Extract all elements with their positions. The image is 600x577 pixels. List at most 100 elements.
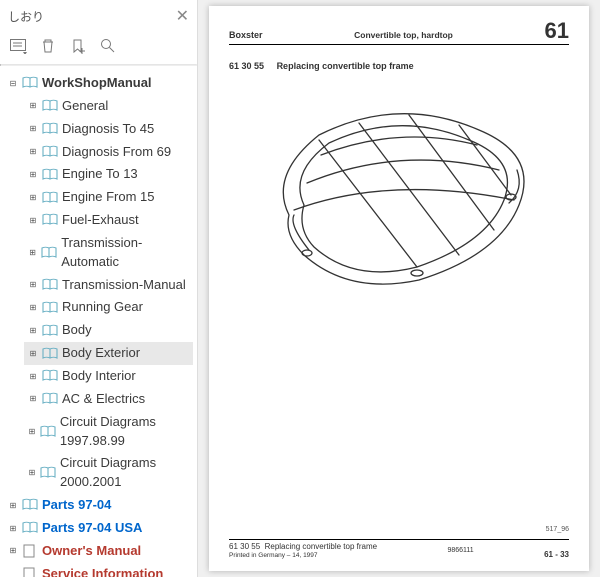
book-icon bbox=[42, 369, 58, 383]
book-icon bbox=[22, 498, 38, 512]
tree-item-fuel[interactable]: ⊞ Fuel-Exhaust bbox=[24, 209, 193, 232]
figure-number: 517_96 bbox=[229, 526, 569, 533]
bookmarks-sidebar: しおり ✕ ⊟ WorkShopManual ⊞ General ⊞ Diagnos… bbox=[0, 0, 198, 577]
book-icon bbox=[42, 145, 58, 159]
tree-item-acelec[interactable]: ⊞ AC & Electrics bbox=[24, 388, 193, 411]
expand-icon[interactable]: ⊞ bbox=[28, 349, 38, 359]
node-label: General bbox=[62, 97, 108, 116]
tree-item-engine15[interactable]: ⊞ Engine From 15 bbox=[24, 186, 193, 209]
sidebar-title: しおり bbox=[8, 8, 44, 25]
expand-icon[interactable]: ⊞ bbox=[28, 170, 38, 180]
expand-icon[interactable]: ⊞ bbox=[28, 280, 38, 290]
tree-item-parts9704[interactable]: ⊞ Parts 97-04 bbox=[4, 494, 193, 517]
expand-icon[interactable]: ⊞ bbox=[28, 468, 36, 478]
expand-icon[interactable]: ⊞ bbox=[28, 303, 38, 313]
expand-icon[interactable]: ⊞ bbox=[8, 546, 18, 556]
tree-item-bodyext[interactable]: ⊞Body Exterior bbox=[24, 342, 193, 365]
book-icon bbox=[22, 521, 38, 535]
add-bookmark-icon[interactable] bbox=[68, 36, 88, 56]
tree-item-cd2000[interactable]: ⊞ Circuit Diagrams 2000.2001 bbox=[24, 452, 193, 494]
header-chapter: 61 bbox=[545, 20, 569, 42]
options-icon[interactable] bbox=[8, 36, 28, 56]
tree-item-transman[interactable]: ⊞ Transmission-Manual bbox=[24, 274, 193, 297]
tree-item-running[interactable]: ⊞ Running Gear bbox=[24, 296, 193, 319]
expand-icon[interactable]: ⊞ bbox=[28, 394, 38, 404]
search-icon[interactable] bbox=[98, 36, 118, 56]
book-icon bbox=[42, 168, 58, 182]
node-label: Parts 97-04 USA bbox=[42, 519, 142, 538]
footer-print: Printed in Germany – 14, 1997 bbox=[229, 552, 377, 559]
figure-diagram bbox=[229, 71, 569, 526]
book-icon bbox=[42, 301, 58, 315]
title-code: 61 30 55 bbox=[229, 61, 264, 71]
node-label: Diagnosis From 69 bbox=[62, 143, 171, 162]
tree-item-service[interactable]: Service Information bbox=[4, 563, 193, 577]
leaf-icon bbox=[8, 569, 18, 577]
tree-children: ⊞ General ⊞ Diagnosis To 45 ⊞ Diagnosis Fro… bbox=[4, 95, 193, 494]
node-label: Circuit Diagrams 1997.98.99 bbox=[60, 413, 189, 451]
tree-item-body[interactable]: ⊞ Body bbox=[24, 319, 193, 342]
page-icon bbox=[22, 567, 38, 577]
node-label: Engine To 13 bbox=[62, 165, 138, 184]
node-label: AC & Electrics bbox=[62, 390, 145, 409]
header-model: Boxster bbox=[229, 30, 263, 40]
sidebar-toolbar bbox=[0, 32, 197, 64]
sidebar-header: しおり ✕ bbox=[0, 0, 197, 32]
node-label: Owner's Manual bbox=[42, 542, 141, 561]
node-label: Parts 97-04 bbox=[42, 496, 111, 515]
expand-icon[interactable]: ⊞ bbox=[28, 427, 36, 437]
footer-page: 61 - 33 bbox=[544, 550, 569, 559]
header-section: Convertible top, hardtop bbox=[354, 30, 453, 40]
book-icon bbox=[42, 99, 58, 113]
tree-item-diag69[interactable]: ⊞ Diagnosis From 69 bbox=[24, 141, 193, 164]
expand-icon[interactable]: ⊞ bbox=[28, 147, 38, 157]
tree-item-general[interactable]: ⊞ General bbox=[24, 95, 193, 118]
node-label: Body bbox=[62, 321, 92, 340]
expand-icon[interactable]: ⊞ bbox=[8, 500, 18, 510]
book-icon bbox=[41, 246, 57, 260]
delete-icon[interactable] bbox=[38, 36, 58, 56]
tree-root-workshopmanual[interactable]: ⊟ WorkShopManual bbox=[4, 72, 193, 95]
tree-item-parts9704usa[interactable]: ⊞ Parts 97-04 USA bbox=[4, 517, 193, 540]
node-label: Body Interior bbox=[62, 367, 136, 386]
footer-docid: 9866111 bbox=[447, 547, 473, 554]
collapse-icon[interactable]: ⊟ bbox=[8, 78, 18, 88]
book-icon bbox=[42, 324, 58, 338]
page-footer: 61 30 55 Replacing convertible top frame… bbox=[229, 539, 569, 559]
tree-item-cd97[interactable]: ⊞ Circuit Diagrams 1997.98.99 bbox=[24, 411, 193, 453]
node-label: Transmission-Manual bbox=[62, 276, 186, 295]
book-icon bbox=[40, 466, 56, 480]
page-icon bbox=[22, 544, 38, 558]
expand-icon[interactable]: ⊞ bbox=[28, 215, 38, 225]
node-label: WorkShopManual bbox=[42, 74, 152, 93]
book-icon bbox=[42, 122, 58, 136]
expand-icon[interactable]: ⊞ bbox=[28, 124, 38, 134]
expand-icon[interactable]: ⊞ bbox=[28, 193, 38, 203]
book-icon bbox=[42, 278, 58, 292]
expand-icon[interactable]: ⊞ bbox=[28, 371, 38, 381]
document-viewport[interactable]: Boxster Convertible top, hardtop 61 61 3… bbox=[198, 0, 600, 577]
node-label: Service Information bbox=[42, 565, 163, 577]
book-icon bbox=[42, 347, 58, 361]
expand-icon[interactable]: ⊞ bbox=[28, 101, 38, 111]
book-icon bbox=[42, 213, 58, 227]
node-label: Engine From 15 bbox=[62, 188, 155, 207]
tree-item-bodyint[interactable]: ⊞ Body Interior bbox=[24, 365, 193, 388]
expand-icon[interactable]: ⊞ bbox=[8, 523, 18, 533]
tree-item-engine13[interactable]: ⊞ Engine To 13 bbox=[24, 163, 193, 186]
tree-item-owners[interactable]: ⊞ Owner's Manual bbox=[4, 540, 193, 563]
expand-icon[interactable]: ⊞ bbox=[28, 248, 37, 258]
expand-icon[interactable]: ⊞ bbox=[28, 326, 38, 336]
book-icon bbox=[40, 425, 56, 439]
close-icon[interactable]: ✕ bbox=[176, 6, 189, 26]
node-label: Running Gear bbox=[62, 298, 143, 317]
node-label: Circuit Diagrams 2000.2001 bbox=[60, 454, 189, 492]
document-page: Boxster Convertible top, hardtop 61 61 3… bbox=[209, 6, 589, 571]
node-label: Fuel-Exhaust bbox=[62, 211, 139, 230]
footer-text: Replacing convertible top frame bbox=[265, 542, 378, 551]
tree-item-diag45[interactable]: ⊞ Diagnosis To 45 bbox=[24, 118, 193, 141]
title-text: Replacing convertible top frame bbox=[277, 61, 414, 71]
node-label: Diagnosis To 45 bbox=[62, 120, 154, 139]
node-label: Transmission-Automatic bbox=[61, 234, 189, 272]
tree-item-transauto[interactable]: ⊞ Transmission-Automatic bbox=[24, 232, 193, 274]
